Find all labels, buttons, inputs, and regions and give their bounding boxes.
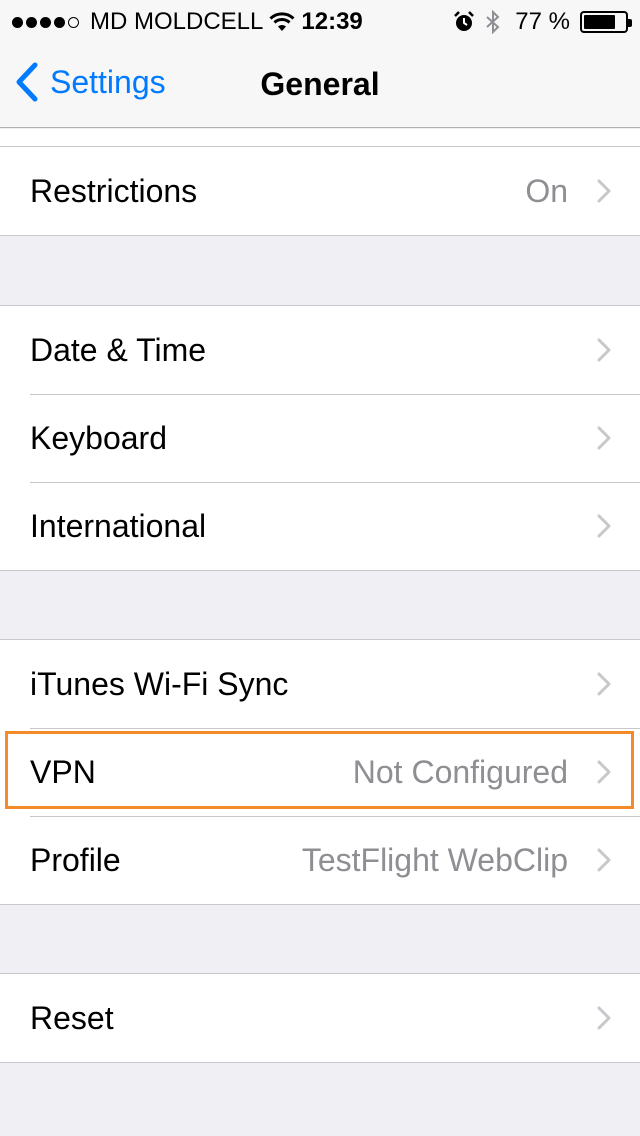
row-profile[interactable]: Profile TestFlight WebClip [0, 816, 640, 904]
row-keyboard[interactable]: Keyboard [0, 394, 640, 482]
page-title: General [260, 66, 380, 102]
row-itunes-wifi-sync[interactable]: iTunes Wi-Fi Sync [0, 640, 640, 728]
signal-strength-icon [12, 16, 82, 28]
row-label: Date & Time [30, 331, 207, 368]
row-label: International [30, 507, 207, 544]
alarm-clock-icon [454, 11, 475, 31]
row-label: iTunes Wi-Fi Sync [30, 665, 289, 702]
row-label: VPN [30, 753, 96, 790]
signal-dot [12, 16, 23, 28]
battery-fill [584, 15, 615, 29]
top-bar: MD MOLDCELL 12:39 77 % Settings General [0, 0, 640, 128]
status-left: MD MOLDCELL 12:39 [12, 8, 363, 36]
battery-percentage: 77 % [515, 8, 570, 35]
row-label: Profile [30, 841, 121, 878]
row-date-time[interactable]: Date & Time [0, 306, 640, 394]
chevron-right-icon [597, 672, 611, 696]
row-detail: Not Configured [352, 753, 568, 790]
chevron-right-icon [597, 179, 611, 203]
signal-dot [26, 16, 37, 28]
chevron-right-icon [597, 760, 611, 784]
chevron-right-icon [597, 848, 611, 872]
section-reset: Reset [0, 973, 640, 1063]
signal-dot [54, 16, 65, 28]
section-restrictions: Restrictions On [0, 146, 640, 236]
row-international[interactable]: International [0, 482, 640, 570]
navigation-bar: Settings General [0, 40, 640, 128]
row-label: Restrictions [30, 172, 198, 209]
wifi-icon [269, 12, 295, 31]
row-detail: TestFlight WebClip [301, 841, 568, 878]
section-date-keyboard: Date & Time Keyboard International [0, 305, 640, 571]
bluetooth-icon [486, 10, 500, 34]
signal-dot [40, 16, 51, 28]
row-detail: On [525, 172, 568, 209]
carrier-name: MD MOLDCELL [90, 8, 264, 35]
row-label: Reset [30, 999, 114, 1036]
chevron-right-icon [597, 426, 611, 450]
row-restrictions[interactable]: Restrictions On [0, 147, 640, 235]
section-sync-vpn-profile: iTunes Wi-Fi Sync VPN Not Configured Pro… [0, 639, 640, 905]
signal-dot [68, 16, 79, 28]
status-bar: MD MOLDCELL 12:39 77 % [0, 0, 640, 40]
scrolled-row-remnant [0, 129, 640, 147]
chevron-right-icon [597, 514, 611, 538]
row-vpn[interactable]: VPN Not Configured [0, 728, 640, 816]
status-time: 12:39 [301, 8, 363, 35]
battery-icon [580, 11, 632, 33]
status-right: 77 % [453, 8, 632, 36]
battery-nub [628, 19, 632, 27]
row-reset[interactable]: Reset [0, 974, 640, 1062]
row-label: Keyboard [30, 419, 167, 456]
chevron-right-icon [597, 1006, 611, 1030]
chevron-right-icon [597, 338, 611, 362]
